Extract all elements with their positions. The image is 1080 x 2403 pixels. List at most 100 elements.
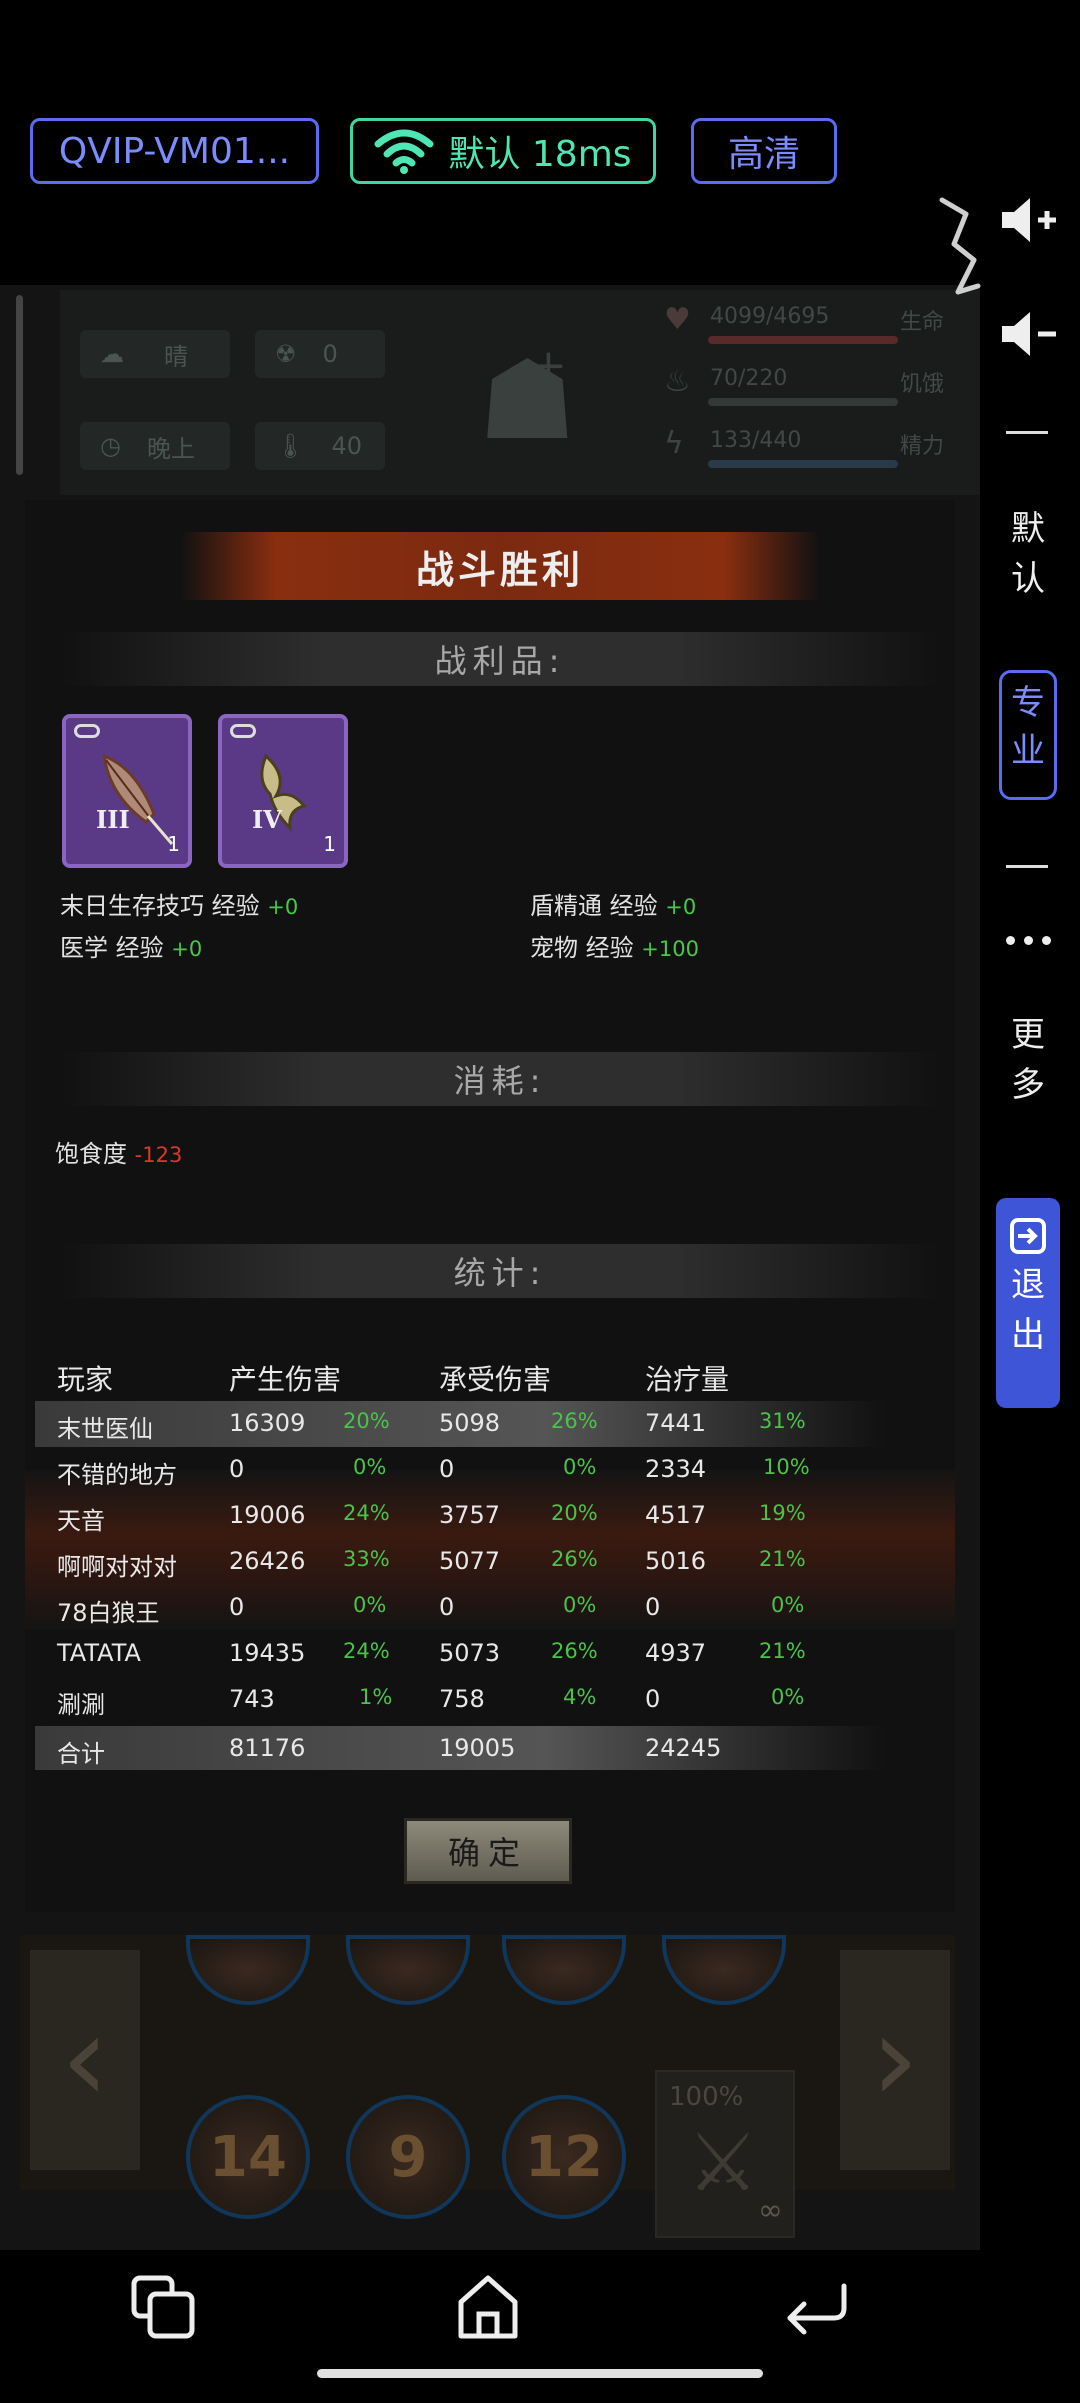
energy-icon: ϟ [664, 426, 684, 461]
minus-icon[interactable]: − [532, 410, 569, 461]
knife-icon: ⚔ [687, 2116, 759, 2209]
thermometer-icon: 🌡 [275, 432, 306, 460]
confirm-button[interactable]: 确定 [404, 1818, 572, 1884]
bone-item-icon [260, 753, 307, 833]
total-damage: 81176 [229, 1734, 306, 1762]
player-name: TATATA [57, 1639, 141, 1667]
plus-icon[interactable]: + [530, 340, 567, 391]
taken-percent: 0% [563, 1593, 597, 1617]
consume-header: 消耗: [60, 1052, 940, 1106]
recents-icon[interactable] [128, 2272, 198, 2342]
victory-title: 战斗胜利 [415, 547, 584, 592]
exit-label: 退 出 [1011, 1265, 1045, 1355]
pro-mode-button[interactable]: 专 业 [999, 670, 1057, 800]
loot-item-1[interactable]: III 1 [62, 714, 192, 868]
player-name: 涮涮 [57, 1691, 105, 1719]
taken-percent: 26% [551, 1547, 598, 1571]
exp-label: 医学 经验 [60, 934, 164, 962]
device-name-button[interactable]: QVIP-VM01... [30, 118, 319, 184]
hunger-bar [708, 398, 898, 406]
weapon-durability: 100% [669, 2082, 744, 2112]
next-arrow-icon[interactable]: › [840, 1950, 950, 2170]
home-icon[interactable] [455, 2272, 521, 2342]
damage-value: 19435 [229, 1639, 306, 1667]
heal-value: 0 [645, 1593, 661, 1621]
health-value: 4099/4695 [710, 304, 830, 329]
taken-percent: 26% [551, 1639, 598, 1663]
table-row: 涮涮 743 1% 758 4% 0 0% [35, 1677, 885, 1723]
heal-percent: 21% [759, 1547, 806, 1571]
skill-charge-1[interactable]: 14 [186, 2095, 310, 2219]
consume-satiety: 饱食度 -123 [55, 1134, 182, 1169]
loot-qty-2: 1 [323, 832, 336, 856]
total-taken: 19005 [439, 1734, 516, 1762]
table-row: 啊啊对对对 26426 33% 5077 26% 5016 21% [35, 1539, 885, 1585]
table-row: TATATA 19435 24% 5073 26% 4937 21% [35, 1631, 885, 1677]
damage-percent: 24% [343, 1501, 390, 1525]
back-icon[interactable] [780, 2280, 850, 2336]
skill-bar [20, 1935, 955, 2190]
weapon-slot[interactable]: 100% ⚔ ∞ [655, 2070, 795, 2238]
weapon-ammo: ∞ [758, 2193, 783, 2228]
exp-label: 盾精通 经验 [530, 892, 658, 920]
loot-qty-1: 1 [167, 832, 180, 856]
total-heal: 24245 [645, 1734, 722, 1762]
exp-value: +0 [267, 895, 299, 919]
exit-icon [1010, 1218, 1046, 1254]
loot-item-2[interactable]: IV 1 [218, 714, 348, 868]
energy-label: 精力 [900, 434, 945, 459]
health-icon: ♥ [664, 302, 691, 337]
volume-down-icon[interactable] [998, 308, 1060, 360]
taken-percent: 26% [551, 1409, 598, 1433]
volume-up-icon[interactable] [998, 194, 1060, 246]
player-name: 78白狼王 [57, 1599, 160, 1627]
zigzag-icon [939, 197, 981, 295]
table-row: 天音 19006 24% 3757 20% 4517 19% [35, 1493, 885, 1539]
skill-charge-3[interactable]: 12 [502, 2095, 626, 2219]
heal-percent: 21% [759, 1639, 806, 1663]
taken-value: 758 [439, 1685, 485, 1713]
damage-percent: 20% [343, 1409, 390, 1433]
hunger-label: 饥饿 [900, 372, 945, 397]
divider [1006, 431, 1048, 434]
more-button[interactable]: 更 多 [1000, 1010, 1056, 1110]
network-status-button[interactable]: 默认 18ms [350, 118, 656, 184]
exp-value: +0 [171, 937, 203, 961]
damage-value: 19006 [229, 1501, 306, 1529]
heal-percent: 0% [771, 1685, 805, 1709]
confirm-label: 确定 [447, 1834, 528, 1872]
col-taken: 承受伤害 [439, 1363, 552, 1396]
stats-header-label: 统计: [453, 1254, 547, 1292]
weather-value: 晴 [164, 342, 188, 371]
prev-arrow-icon[interactable]: ‹ [30, 1950, 140, 2170]
heal-value: 5016 [645, 1547, 707, 1575]
radiation-value: 0 [322, 340, 338, 368]
exp-label: 宠物 经验 [530, 934, 634, 962]
consume-header-label: 消耗: [453, 1062, 547, 1100]
damage-value: 16309 [229, 1409, 306, 1437]
default-mode-button[interactable]: 默 认 [1000, 504, 1056, 604]
exit-button[interactable]: 退 出 [996, 1198, 1060, 1408]
scrollbar[interactable] [16, 295, 23, 475]
heal-value: 2334 [645, 1455, 707, 1483]
table-row: 末世医仙 16309 20% 5098 26% 7441 31% [35, 1401, 885, 1447]
hunger-icon: ♨ [664, 364, 691, 399]
health-label: 生命 [900, 310, 945, 335]
quality-button[interactable]: 高清 [691, 118, 837, 184]
gesture-handle[interactable] [317, 2369, 763, 2378]
taken-percent: 20% [551, 1501, 598, 1525]
exp-survival: 末日生存技巧 经验 +0 [60, 886, 298, 921]
heal-percent: 31% [759, 1409, 806, 1433]
radiation-cell: ☢ 0 [255, 330, 385, 378]
weather-icon: ☁ [100, 340, 124, 368]
damage-percent: 1% [359, 1685, 393, 1709]
skill-charge-2[interactable]: 9 [346, 2095, 470, 2219]
health-bar [708, 336, 898, 344]
consume-value: -123 [134, 1143, 183, 1167]
weather-cell: ☁ 晴 [80, 330, 230, 378]
temperature-cell: 🌡 40 [255, 422, 385, 470]
more-dots-icon[interactable] [1006, 930, 1052, 950]
network-latency-label: 默认 18ms [448, 134, 632, 175]
heal-value: 4517 [645, 1501, 707, 1529]
col-player: 玩家 [57, 1363, 114, 1396]
